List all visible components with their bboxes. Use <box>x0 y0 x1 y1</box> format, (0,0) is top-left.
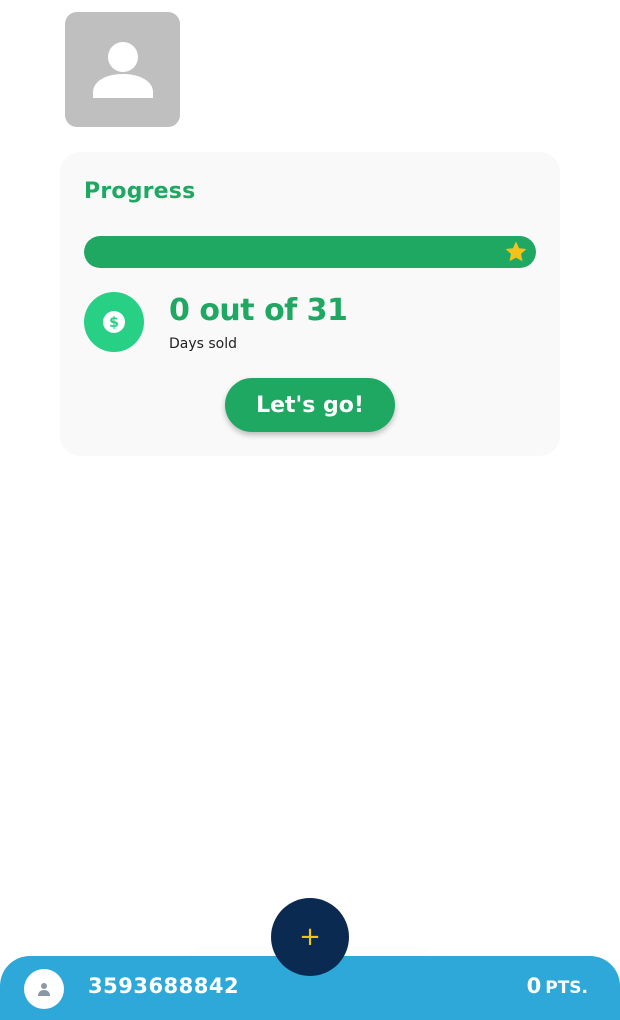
svg-text:$: $ <box>109 315 119 331</box>
lets-go-button[interactable]: Let's go! <box>225 378 395 432</box>
days-sold-label: Days sold <box>169 336 238 352</box>
phone-number: 3593688842 <box>88 974 240 998</box>
profile-avatar[interactable] <box>65 12 180 127</box>
days-sold-count: 0 out of 31 <box>169 293 348 328</box>
points-value: 0 <box>526 974 542 998</box>
plus-icon: + <box>299 922 321 952</box>
coin-badge: $ <box>84 292 144 352</box>
progress-card: Progress $ 0 out of 31 Days sold Let's g… <box>60 152 560 456</box>
dollar-icon: $ <box>103 311 125 333</box>
points-display: 0 PTS. <box>527 974 588 998</box>
points-unit: PTS. <box>545 978 588 998</box>
add-button[interactable]: + <box>271 898 349 976</box>
progress-fill <box>84 236 536 268</box>
star-icon <box>505 241 527 262</box>
person-icon <box>93 42 153 98</box>
page: Progress $ 0 out of 31 Days sold Let's g… <box>0 0 620 1020</box>
user-icon <box>38 983 50 996</box>
progress-bar <box>84 236 536 268</box>
user-avatar[interactable] <box>24 969 64 1009</box>
progress-title: Progress <box>84 179 196 204</box>
